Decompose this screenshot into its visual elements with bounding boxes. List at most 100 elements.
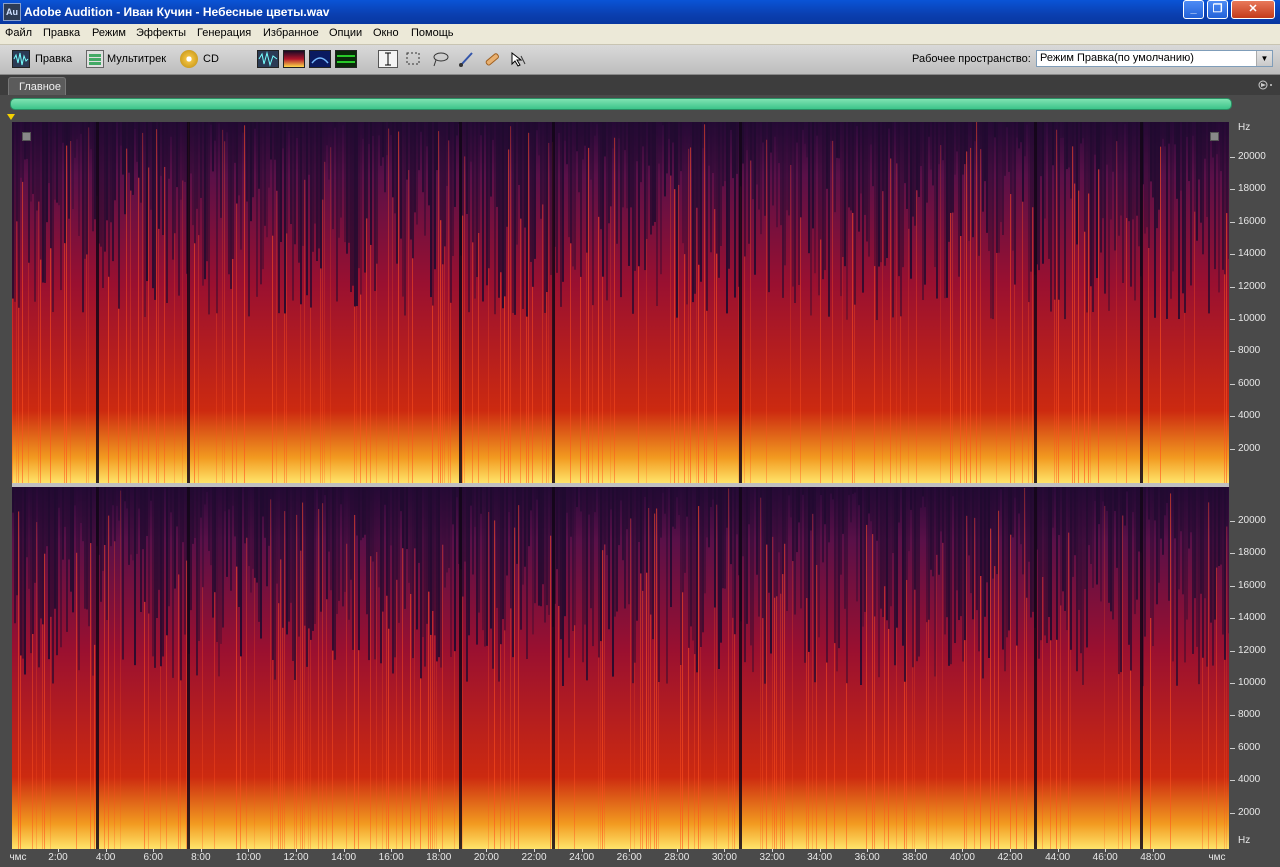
time-tick-label: 6:00 (143, 852, 163, 863)
time-tick-label: 10:00 (235, 852, 261, 863)
time-tick-label: 34:00 (807, 852, 833, 863)
multitrack-view-icon[interactable] (86, 50, 104, 68)
time-tick-mark (724, 849, 726, 852)
hybrid-tool-icon[interactable] (509, 50, 527, 68)
time-tick-mark (248, 849, 250, 852)
spot-healing-brush-icon[interactable] (483, 50, 501, 68)
hz-unit-label: Hz (1238, 835, 1251, 846)
time-tick-label: 48:00 (1140, 852, 1166, 863)
hz-tick-mark (1230, 521, 1235, 522)
hz-tick-label: 16000 (1238, 215, 1266, 227)
hz-tick-mark (1230, 715, 1235, 717)
hz-tick-mark (1230, 618, 1235, 620)
time-tick-mark (581, 849, 583, 852)
lasso-selection-tool-icon[interactable] (431, 50, 449, 68)
spectrogram-left-canvas (12, 122, 1229, 483)
spectrogram-right-canvas (12, 487, 1229, 849)
time-tick-label: 8:00 (191, 852, 211, 863)
hz-tick-mark (1230, 416, 1235, 418)
marquee-selection-tool-icon[interactable] (404, 50, 422, 68)
menu-mode[interactable]: Режим (92, 27, 126, 39)
workspace-label: Рабочее пространство: (912, 53, 1031, 65)
menu-effects[interactable]: Эффекты (136, 27, 186, 39)
minimize-button[interactable]: _ (1183, 0, 1204, 19)
spectrogram-channel-left[interactable] (12, 122, 1229, 483)
time-tick-mark (1105, 849, 1107, 852)
restore-button[interactable]: ❐ (1207, 0, 1228, 19)
frequency-scale-bottom: Hz 20000 18000 16000 14000 12000 10000 8000 600… (1230, 487, 1280, 849)
time-tick-mark (486, 849, 488, 852)
multitrack-view-button[interactable]: Мультитрек (107, 53, 166, 65)
menu-favorites[interactable]: Избранное (263, 27, 319, 39)
hz-tick-label: 10000 (1238, 677, 1266, 688)
hz-tick-mark (1230, 221, 1235, 223)
spectral-pan-display-icon[interactable] (309, 50, 331, 68)
time-tick-mark (1010, 849, 1011, 852)
window-title: Adobe Audition - Иван Кучин - Небесные ц… (24, 5, 330, 19)
close-icon: ✕ (1248, 3, 1258, 15)
menu-options[interactable]: Опции (329, 27, 362, 39)
edit-view-icon[interactable] (12, 50, 30, 68)
hz-tick-mark (1230, 650, 1235, 652)
time-tick-mark (438, 849, 440, 852)
hz-tick-label: 2000 (1238, 806, 1261, 818)
workspace-dropdown[interactable]: Режим Правка(по умолчанию) ▼ (1036, 50, 1273, 67)
time-tick-mark (1057, 849, 1059, 852)
time-tick-label: 46:00 (1092, 852, 1118, 863)
hz-tick-mark (1230, 383, 1235, 385)
panel-menu-icon[interactable] (1258, 78, 1274, 92)
tab-main[interactable]: Главное (8, 77, 66, 95)
hz-tick-label: 14000 (1238, 248, 1266, 260)
audition-app-icon: Au (3, 3, 21, 21)
panel-tab-row: Главное (0, 75, 1280, 95)
spectrogram-channel-right[interactable] (12, 487, 1229, 849)
hz-tick-mark (1230, 157, 1235, 158)
cd-view-button[interactable]: CD (203, 53, 219, 65)
hz-tick-label: 12000 (1238, 644, 1266, 656)
time-tick-mark (819, 849, 821, 852)
time-tick-mark (676, 849, 678, 852)
close-button[interactable]: ✕ (1231, 0, 1275, 19)
brush-selection-tool-icon[interactable] (457, 50, 475, 68)
hz-tick-label: 10000 (1238, 313, 1266, 324)
time-tick-label: 18:00 (426, 852, 452, 863)
time-selection-tool-icon[interactable] (378, 50, 398, 68)
time-tick-label: 12:00 (283, 852, 309, 863)
hz-tick-mark (1230, 448, 1235, 450)
hz-tick-label: 6000 (1238, 741, 1261, 753)
time-tick-label: 40:00 (949, 852, 975, 863)
spectral-phase-display-icon[interactable] (335, 50, 357, 68)
channel-toggle-icon[interactable] (22, 132, 31, 141)
time-tick-mark (629, 849, 631, 852)
hz-tick-label: 2000 (1238, 442, 1261, 454)
waveform-display-icon[interactable] (257, 50, 279, 68)
hz-tick-label: 18000 (1238, 183, 1266, 195)
menu-edit[interactable]: Правка (43, 27, 80, 39)
time-tick-mark (962, 849, 964, 852)
channel-toggle-icon[interactable] (1210, 132, 1219, 141)
time-tick-label: 38:00 (902, 852, 928, 863)
hz-unit-label: Hz (1238, 122, 1251, 133)
hz-tick-label: 6000 (1238, 377, 1261, 389)
time-tick-mark (914, 849, 916, 852)
menu-help[interactable]: Помощь (411, 27, 454, 39)
time-tick-mark (58, 849, 59, 852)
time-tick-mark (867, 849, 869, 852)
title-bar: Au Adobe Audition - Иван Кучин - Небесны… (0, 0, 1280, 24)
cd-icon[interactable] (180, 50, 198, 68)
time-tick-mark (343, 849, 345, 852)
time-tick-label: 14:00 (331, 852, 357, 863)
time-tick-label: 2:00 (48, 852, 68, 863)
menu-generate[interactable]: Генерация (197, 27, 251, 39)
hz-tick-label: 4000 (1238, 410, 1261, 422)
menu-window[interactable]: Окно (373, 27, 399, 39)
playhead-marker-icon[interactable] (7, 114, 15, 120)
time-tick-mark (391, 849, 393, 852)
spectral-frequency-display-icon[interactable] (283, 50, 305, 68)
time-ruler[interactable]: чмс чмс 2:00 4:00 6:00 8:00 10:00 12:00 14:00 1… (9, 849, 1229, 867)
menu-file[interactable]: Файл (5, 27, 32, 39)
hz-tick-label: 14000 (1238, 612, 1266, 624)
zoom-overview-bar[interactable] (10, 98, 1232, 110)
edit-view-button[interactable]: Правка (35, 53, 72, 65)
hz-tick-mark (1230, 286, 1235, 288)
